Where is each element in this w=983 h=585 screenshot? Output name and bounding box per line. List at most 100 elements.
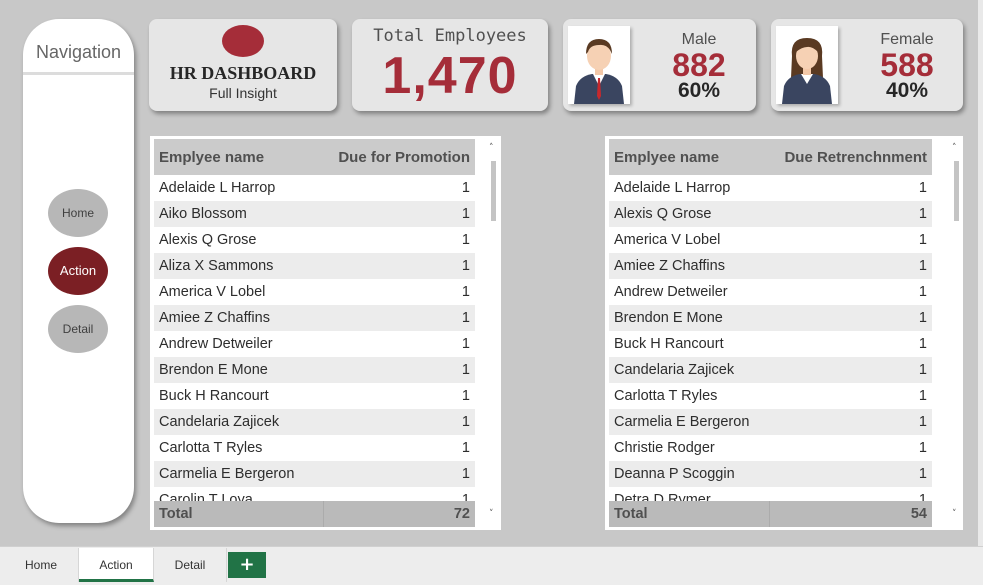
table-row[interactable]: Deanna P Scoggin 1 — [609, 461, 932, 487]
employee-name-cell: Christie Rodger — [614, 440, 715, 456]
table-row[interactable]: Alexis Q Grose 1 — [609, 201, 932, 227]
promotion-table-scrollbar[interactable]: ˄ ˅ — [488, 139, 498, 523]
table-row[interactable]: Brendon E Mone 1 — [609, 305, 932, 331]
female-avatar-icon — [776, 26, 838, 104]
promotion-table-total-row: Total 72 — [154, 501, 475, 527]
value-cell: 1 — [461, 284, 470, 300]
value-cell: 1 — [918, 440, 927, 456]
table-row[interactable]: Adelaide L Harrop 1 — [154, 175, 475, 201]
value-cell: 1 — [918, 388, 927, 404]
employee-name-cell: Adelaide L Harrop — [159, 180, 276, 196]
table-row[interactable]: Adelaide L Harrop 1 — [609, 175, 932, 201]
table-row[interactable]: Andrew Detweiler 1 — [609, 279, 932, 305]
add-page-button[interactable]: + — [228, 552, 266, 578]
employee-name-cell: Candelaria Zajicek — [159, 414, 280, 430]
column-header-due-retrenchment[interactable]: Due Retrenchnment — [770, 149, 932, 166]
table-row[interactable]: America V Lobel 1 — [609, 227, 932, 253]
promotion-table: Emplyee name Due for Promotion Adelaide … — [154, 139, 475, 527]
value-cell: 1 — [918, 310, 927, 326]
scroll-up-icon[interactable]: ˄ — [489, 143, 494, 153]
total-label: Total — [154, 501, 324, 527]
employee-name-cell: Detra D Rymer — [614, 492, 711, 501]
table-row[interactable]: Carolin T Loya 1 — [154, 487, 475, 501]
scroll-down-icon[interactable]: ˅ — [952, 509, 957, 519]
nav-detail-button[interactable]: Detail — [48, 305, 108, 353]
nav-home-button[interactable]: Home — [48, 189, 108, 237]
value-cell: 1 — [461, 336, 470, 352]
tab-detail[interactable]: Detail — [154, 548, 227, 582]
table-row[interactable]: Candelaria Zajicek 1 — [609, 357, 932, 383]
column-header-due-for-promotion[interactable]: Due for Promotion — [324, 149, 475, 166]
table-row[interactable]: Buck H Rancourt 1 — [609, 331, 932, 357]
value-cell: 1 — [918, 232, 927, 248]
employee-name-cell: Alexis Q Grose — [614, 206, 712, 222]
column-header-employee-name[interactable]: Emplyee name — [609, 149, 770, 166]
nav-action-button[interactable]: Action — [48, 247, 108, 295]
employee-name-cell: Carlotta T Ryles — [159, 440, 263, 456]
hr-dashboard-card: HR DASHBOARD Full Insight — [149, 19, 337, 111]
value-cell: 1 — [918, 362, 927, 378]
male-avatar-icon — [568, 26, 630, 104]
table-row[interactable]: Aiko Blossom 1 — [154, 201, 475, 227]
page-tab-bar: Home Action Detail + — [0, 546, 983, 585]
table-row[interactable]: Carmelia E Bergeron 1 — [609, 409, 932, 435]
tab-action[interactable]: Action — [79, 548, 154, 582]
employee-name-cell: Andrew Detweiler — [614, 284, 728, 300]
table-row[interactable]: Carmelia E Bergeron 1 — [154, 461, 475, 487]
value-cell: 1 — [461, 362, 470, 378]
total-employees-card: Total Employees 1,470 — [352, 19, 548, 111]
table-row[interactable]: Brendon E Mone 1 — [154, 357, 475, 383]
dashboard-title: HR DASHBOARD — [169, 63, 317, 83]
navigation-panel: Navigation Home Action Detail — [23, 19, 134, 523]
total-value: 72 — [453, 506, 470, 522]
table-row[interactable]: America V Lobel 1 — [154, 279, 475, 305]
employee-name-cell: Amiee Z Chaffins — [159, 310, 270, 326]
table-row[interactable]: Aliza X Sammons 1 — [154, 253, 475, 279]
navigation-divider — [23, 72, 134, 75]
scroll-down-icon[interactable]: ˅ — [489, 509, 494, 519]
employee-name-cell: America V Lobel — [159, 284, 266, 300]
value-cell: 1 — [461, 440, 470, 456]
table-row[interactable]: Amiee Z Chaffins 1 — [609, 253, 932, 279]
table-row[interactable]: Christie Rodger 1 — [609, 435, 932, 461]
table-row[interactable]: Amiee Z Chaffins 1 — [154, 305, 475, 331]
table-row[interactable]: Andrew Detweiler 1 — [154, 331, 475, 357]
employee-name-cell: Andrew Detweiler — [159, 336, 273, 352]
dashboard-subtitle: Full Insight — [209, 85, 277, 101]
employee-name-cell: Carolin T Loya — [159, 492, 253, 501]
scroll-up-icon[interactable]: ˄ — [952, 143, 957, 153]
value-cell: 1 — [461, 258, 470, 274]
promotion-table-header: Emplyee name Due for Promotion — [154, 139, 475, 175]
retrenchment-table: Emplyee name Due Retrenchnment Adelaide … — [609, 139, 932, 527]
table-row[interactable]: Candelaria Zajicek 1 — [154, 409, 475, 435]
value-cell: 1 — [461, 206, 470, 222]
employee-name-cell: Adelaide L Harrop — [614, 180, 731, 196]
column-header-employee-name[interactable]: Emplyee name — [154, 149, 324, 166]
table-row[interactable]: Buck H Rancourt 1 — [154, 383, 475, 409]
table-row[interactable]: Alexis Q Grose 1 — [154, 227, 475, 253]
employee-name-cell: Candelaria Zajicek — [614, 362, 735, 378]
table-row[interactable]: Carlotta T Ryles 1 — [154, 435, 475, 461]
retrenchment-table-panel: Emplyee name Due Retrenchnment Adelaide … — [605, 136, 963, 530]
navigation-title: Navigation — [35, 42, 122, 62]
table-row[interactable]: Carlotta T Ryles 1 — [609, 383, 932, 409]
tab-home[interactable]: Home — [4, 548, 79, 582]
total-employees-value: 1,470 — [382, 47, 518, 105]
value-cell: 1 — [918, 180, 927, 196]
retrenchment-table-scrollbar[interactable]: ˄ ˅ — [951, 139, 961, 523]
scroll-thumb[interactable] — [491, 161, 496, 221]
employee-name-cell: Buck H Rancourt — [159, 388, 269, 404]
logo-circle-icon — [222, 25, 264, 57]
female-card: Female 588 40% — [771, 19, 963, 111]
value-cell: 1 — [918, 414, 927, 430]
employee-name-cell: Deanna P Scoggin — [614, 466, 735, 482]
value-cell: 1 — [918, 284, 927, 300]
table-row[interactable]: Detra D Rymer 1 — [609, 487, 932, 501]
total-label: Total — [609, 501, 770, 527]
male-percent: 60% — [677, 79, 721, 102]
employee-name-cell: Carlotta T Ryles — [614, 388, 718, 404]
male-card: Male 882 60% — [563, 19, 756, 111]
value-cell: 1 — [461, 414, 470, 430]
retrenchment-table-body: Adelaide L Harrop 1 Alexis Q Grose 1 America… — [609, 175, 932, 501]
scroll-thumb[interactable] — [954, 161, 959, 221]
